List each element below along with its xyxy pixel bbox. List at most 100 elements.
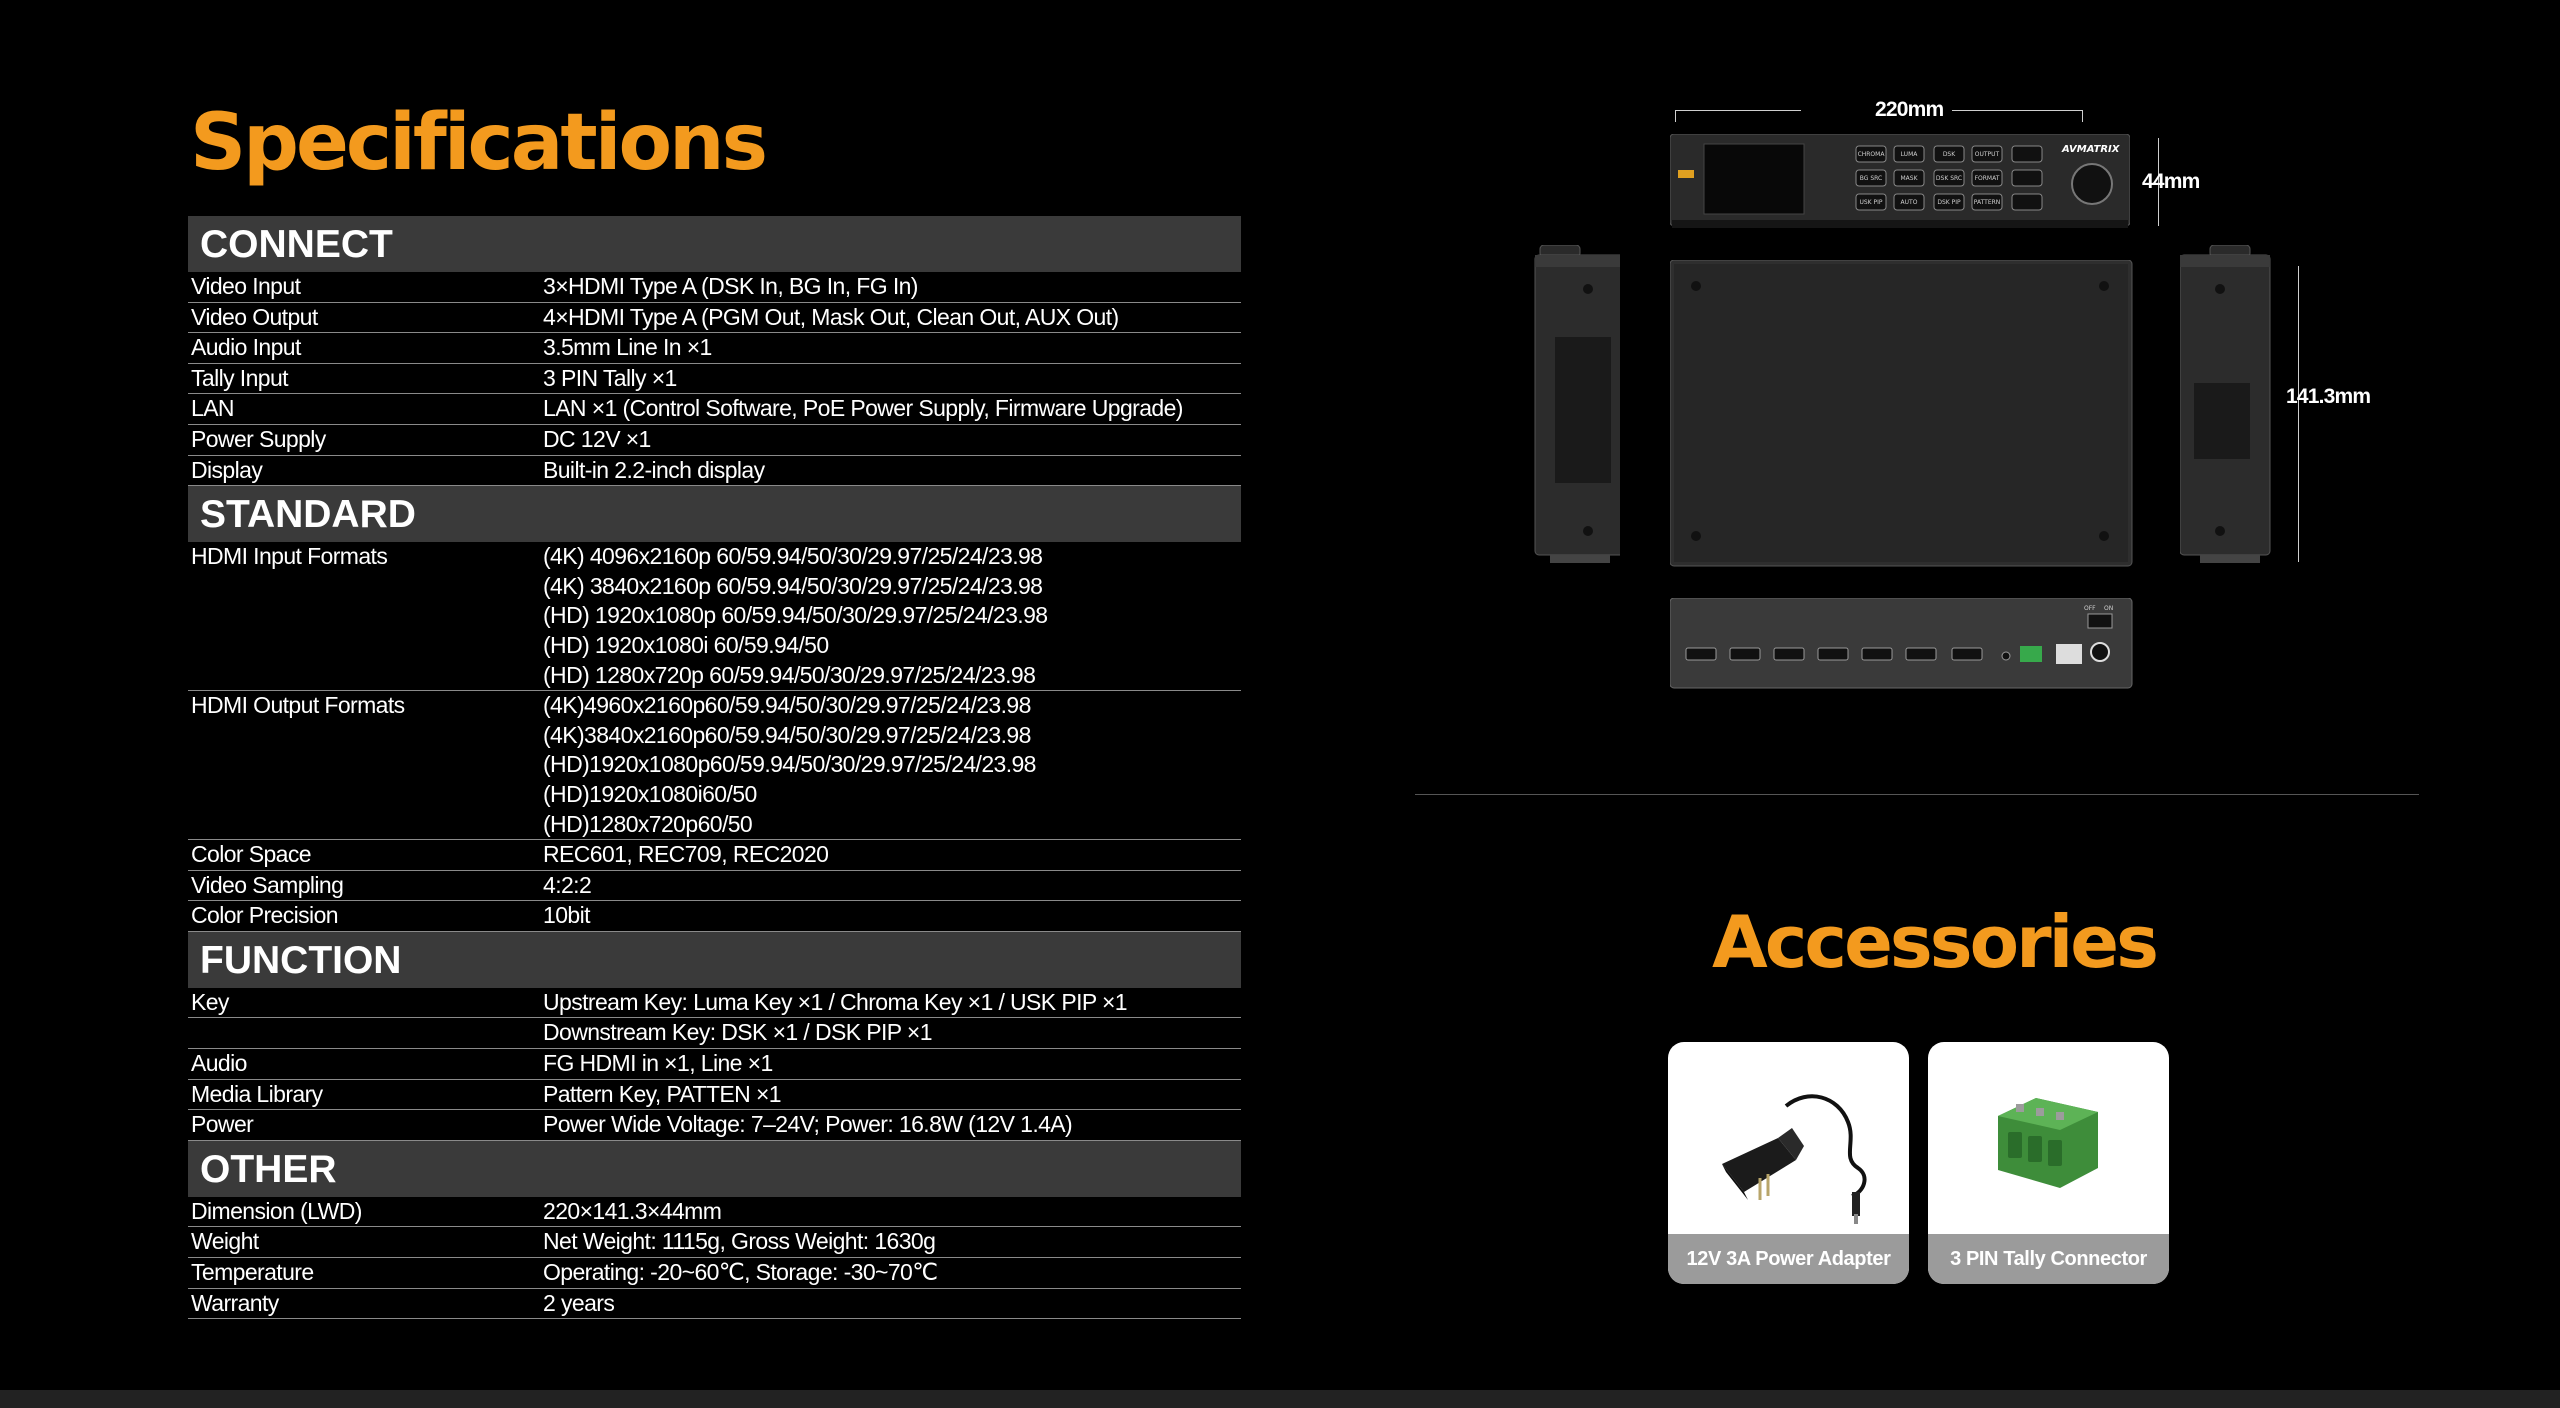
spec-value: 3 PIN Tally ×1 [543, 364, 1241, 394]
spec-value-line: Pattern Key, PATTEN ×1 [543, 1080, 782, 1107]
spec-value-line: (HD) 1920x1080i 60/59.94/50 [543, 631, 829, 658]
spec-row: Audio Input 3.5mm Line In ×1 [188, 333, 1241, 364]
spec-row: Warranty 2 years [188, 1289, 1241, 1320]
spec-row: Audio FG HDMI in ×1, Line ×1 [188, 1049, 1241, 1080]
spec-value-line: 3×HDMI Type A (DSK In, BG In, FG In) [543, 273, 918, 299]
spec-label: Warranty [191, 1289, 279, 1316]
spec-label: Tally Input [191, 364, 289, 391]
spec-value-line: 3 PIN Tally ×1 [543, 364, 677, 391]
spec-value-line: Net Weight: 1115g, Gross Weight: 1630g [543, 1228, 936, 1255]
spec-value: Built-in 2.2-inch display [543, 456, 1241, 486]
depth-line [2298, 266, 2299, 562]
spec-value: 4×HDMI Type A (PGM Out, Mask Out, Clean … [543, 303, 1241, 333]
spec-value: REC601, REC709, REC2020 [543, 840, 1241, 870]
spec-value: Net Weight: 1115g, Gross Weight: 1630g [543, 1227, 1241, 1257]
spec-row: Video Output 4×HDMI Type A (PGM Out, Mask… [188, 303, 1241, 334]
spec-label: Audio [191, 1050, 247, 1077]
spec-row: HDMI Input Formats (4K) 4096x2160p 60/59.… [188, 542, 1241, 692]
spec-value-line: (HD) 1280x720p 60/59.94/50/30/29.97/25/2… [543, 661, 1036, 688]
spec-label: Color Space [191, 841, 312, 868]
spec-value: 4:2:2 [543, 871, 1241, 901]
spec-label [188, 1018, 543, 1048]
spec-value: DC 12V ×1 [543, 425, 1241, 455]
spec-row: Color Precision 10bit [188, 901, 1241, 932]
spec-row: Dimension (LWD) 220×141.3×44mm [188, 1197, 1241, 1228]
spec-label: Audio Input [191, 334, 301, 361]
spec-value: 220×141.3×44mm [543, 1197, 1241, 1227]
spec-label: Video Input [191, 273, 301, 299]
front-button-11-label: PATTERN [1974, 199, 2001, 206]
spec-value-line: (4K) 4096x2160p 60/59.94/50/30/29.97/25/… [543, 543, 1043, 570]
spec-value: Pattern Key, PATTEN ×1 [543, 1080, 1241, 1110]
spec-label: Dimension (LWD) [191, 1197, 362, 1224]
spec-value: 2 years [543, 1289, 1241, 1319]
power-adapter-icon [1722, 1094, 1867, 1224]
spec-value-line: 2 years [543, 1289, 615, 1316]
front-button-5-label: MASK [1900, 175, 1918, 182]
spec-row: HDMI Output Formats (4K)4960x2160p60/59.9… [188, 691, 1241, 841]
spec-label: LAN [191, 395, 235, 422]
rear-switch-on-label: ON [2104, 605, 2113, 612]
accessory-caption-tally-connector: 3 PIN Tally Connector [1928, 1234, 2169, 1284]
front-button-0-label: CHROMA [1858, 151, 1886, 158]
width-line-left [1675, 110, 1801, 111]
accessory-card-tally-connector: 3 PIN Tally Connector [1928, 1042, 2169, 1284]
width-tick-left [1675, 110, 1676, 122]
spec-value-line: Power Wide Voltage: 7–24V; Power: 16.8W … [543, 1111, 1073, 1138]
spec-value-line: (4K)3840x2160p60/59.94/50/30/29.97/25/24… [543, 721, 1031, 748]
spec-row: LAN LAN ×1 (Control Software, PoE Power S… [188, 394, 1241, 425]
accessories-title: Accessories [1712, 900, 2159, 984]
section-header-function: FUNCTION [188, 931, 1241, 988]
spec-value-line: (HD)1920x1080i60/50 [543, 780, 757, 807]
spec-row: Temperature Operating: -20~60℃, Storage: … [188, 1258, 1241, 1289]
spec-value-line: LAN ×1 (Control Software, PoE Power Supp… [543, 395, 1183, 422]
spec-value: (4K) 4096x2160p 60/59.94/50/30/29.97/25/… [543, 542, 1241, 690]
spec-label: Weight [191, 1228, 259, 1255]
spec-row: Key Upstream Key: Luma Key ×1 / Chroma Ke… [188, 988, 1241, 1019]
spec-value-line: FG HDMI in ×1, Line ×1 [543, 1050, 773, 1077]
spec-label: HDMI Input Formats [191, 543, 388, 570]
spec-row: Weight Net Weight: 1115g, Gross Weight: 1… [188, 1227, 1241, 1259]
section-header-other: OTHER [188, 1140, 1241, 1197]
spec-label: Video Output [191, 303, 318, 330]
spec-row: Video Input 3×HDMI Type A (DSK In, BG In,… [188, 272, 1241, 303]
spec-value-line: Built-in 2.2-inch display [543, 456, 765, 483]
spec-value: 3.5mm Line In ×1 [543, 333, 1241, 363]
front-button-7-label: FORMAT [1975, 175, 2000, 182]
spec-value-line: DC 12V ×1 [543, 425, 651, 452]
spec-value-line: 10bit [543, 902, 590, 929]
specifications-title: Specifications [190, 98, 768, 188]
spec-value-line: (HD)1280x720p60/50 [543, 810, 753, 837]
spec-row: Power Supply DC 12V ×1 [188, 425, 1241, 456]
brand-logo-text: AVMATRIX [2061, 144, 2121, 155]
spec-value-line: Operating: -20~60℃, Storage: -30~70℃ [543, 1259, 938, 1286]
spec-value-line: Upstream Key: Luma Key ×1 / Chroma Key ×… [543, 988, 1128, 1015]
spec-label: Temperature [191, 1259, 314, 1286]
front-button-9-label: AUTO [1901, 199, 1918, 206]
spec-label: Power Supply [191, 425, 326, 452]
spec-row: Media Library Pattern Key, PATTEN ×1 [188, 1080, 1241, 1111]
front-panel-image: CHROMA LUMA DSK OUTPUT BG SRC MASK DSK S… [1670, 134, 2130, 228]
width-line-right [1952, 110, 2082, 111]
bottom-bar [0, 1390, 2560, 1408]
spec-row: Video Sampling 4:2:2 [188, 871, 1241, 902]
spec-value: 10bit [543, 901, 1241, 931]
spec-row: Display Built-in 2.2-inch display [188, 456, 1241, 487]
front-button-8-label: USK PIP [1859, 199, 1882, 206]
rear-switch-off-label: OFF [2084, 605, 2096, 612]
depth-dimension-label: 141.3mm [2286, 385, 2371, 408]
top-view-image [1670, 260, 2133, 567]
rear-panel-image: OFF ON [1670, 598, 2133, 689]
spec-label: Media Library [191, 1080, 323, 1107]
spec-value-line: 220×141.3×44mm [543, 1197, 722, 1224]
spec-value: Upstream Key: Luma Key ×1 / Chroma Key ×… [543, 988, 1241, 1018]
spec-label: HDMI Output Formats [191, 692, 405, 719]
product-dimension-diagram: 220mm 44mm 141.3mm CHROMA LUMA DSK OUTPU… [1490, 90, 2430, 710]
width-tick-right [2082, 110, 2083, 122]
spec-row: Tally Input 3 PIN Tally ×1 [188, 364, 1241, 395]
spec-value: LAN ×1 (Control Software, PoE Power Supp… [543, 394, 1241, 424]
spec-value-line: (4K)4960x2160p60/59.94/50/30/29.97/25/24… [543, 692, 1031, 719]
spec-row: Downstream Key: DSK ×1 / DSK PIP ×1 [188, 1018, 1241, 1050]
front-button-3-label: OUTPUT [1975, 151, 2000, 158]
front-button-6-label: DSK SRC [1936, 175, 1962, 182]
